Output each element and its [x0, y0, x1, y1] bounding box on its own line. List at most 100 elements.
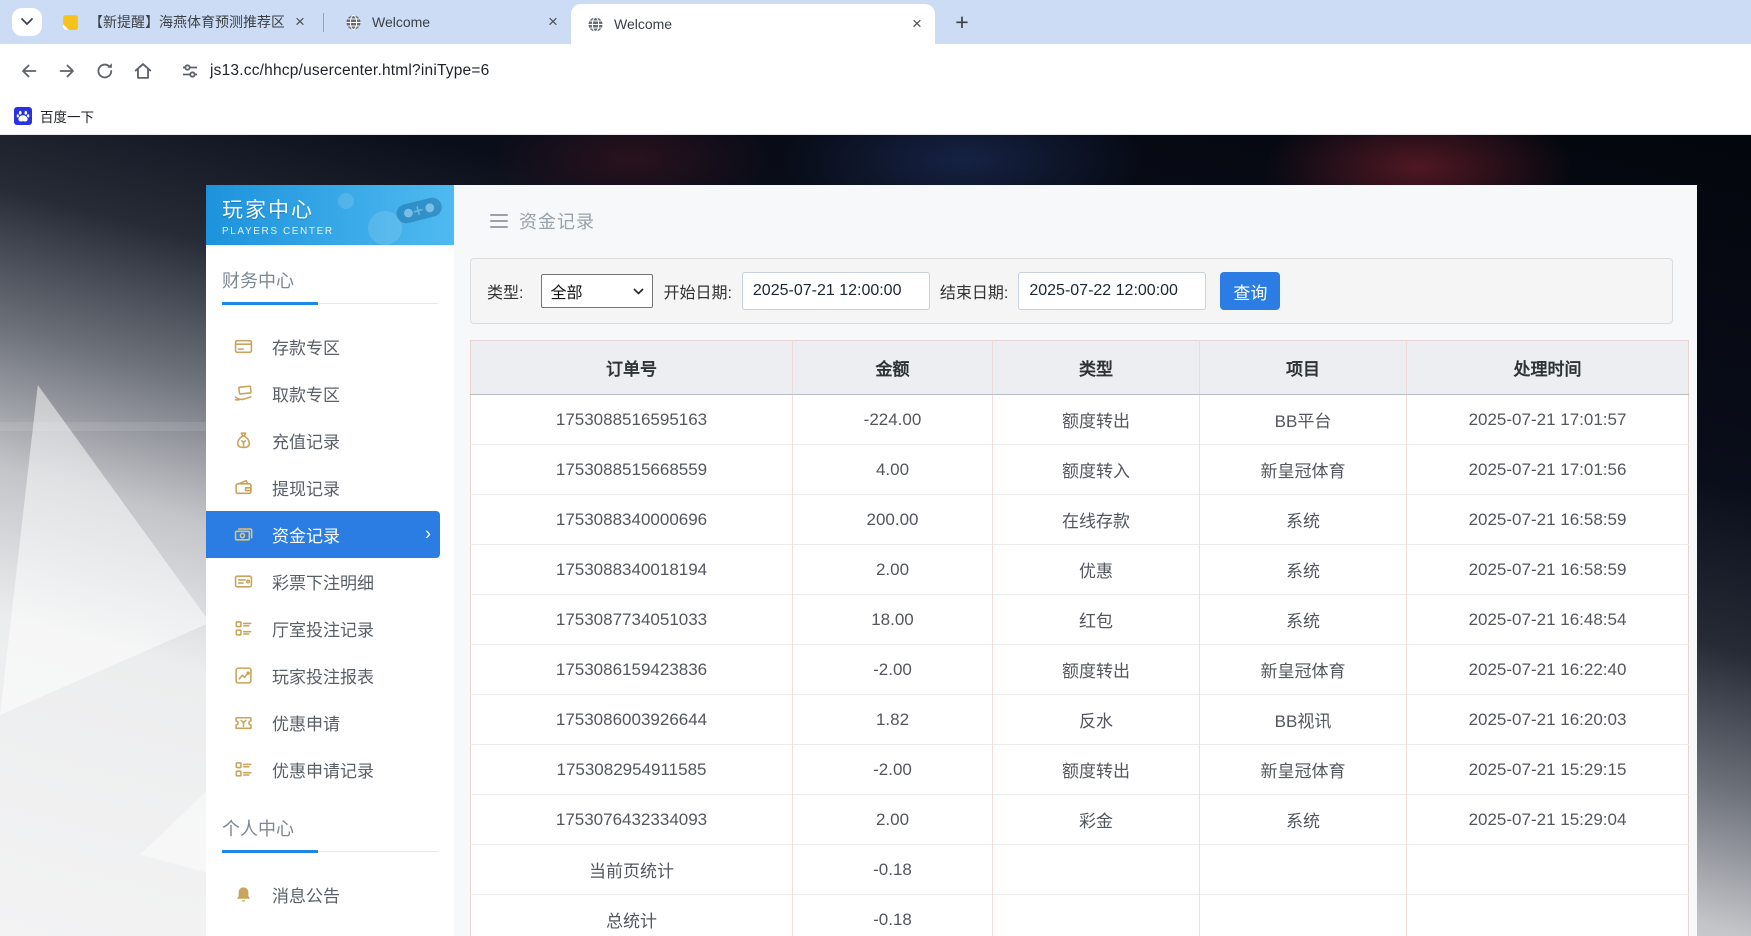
- table-cell: 1753076432334093: [471, 795, 793, 845]
- start-date-input[interactable]: [742, 272, 930, 310]
- table-cell: [1407, 845, 1689, 895]
- table-cell: 系统: [1200, 545, 1407, 595]
- url-text[interactable]: js13.cc/hhcp/usercenter.html?iniType=6: [210, 62, 489, 80]
- search-button[interactable]: 查询: [1220, 272, 1280, 310]
- new-tab-button[interactable]: +: [948, 8, 976, 36]
- sidebar-item-label: 玩家投注报表: [272, 663, 374, 688]
- table-cell: 当前页统计: [471, 845, 793, 895]
- type-select[interactable]: 全部: [541, 274, 653, 308]
- table-cell: BB视讯: [1200, 695, 1407, 745]
- table-cell: -2.00: [793, 745, 993, 795]
- sidebar-item[interactable]: 消息公告: [206, 871, 454, 918]
- select-chevron-icon: [633, 288, 644, 295]
- sidebar-item[interactable]: 充值记录: [206, 417, 454, 464]
- sidebar-sections: 财务中心存款专区取款专区充值记录提现记录资金记录›彩票下注明细厅室投注记录玩家投…: [206, 267, 454, 918]
- baidu-paw-icon: [14, 107, 32, 125]
- table-cell: 2025-07-21 15:29:04: [1407, 795, 1689, 845]
- tab-title: Welcome: [614, 16, 901, 32]
- table-cell: [993, 845, 1200, 895]
- bookmark-label: 百度一下: [40, 106, 94, 126]
- chevron-down-icon: [20, 17, 34, 27]
- tab-title: Welcome: [372, 14, 537, 30]
- sidebar-item[interactable]: 优惠申请: [206, 699, 454, 746]
- sidebar-item[interactable]: 资金记录 ›: [206, 511, 440, 558]
- table-cell: 2025-07-21 17:01:56: [1407, 445, 1689, 495]
- table-cell: 红包: [993, 595, 1200, 645]
- sidebar-item[interactable]: 彩票下注明细: [206, 558, 454, 605]
- sidebar-item[interactable]: 取款专区: [206, 370, 454, 417]
- sidebar-item-label: 存款专区: [272, 334, 340, 359]
- tab-close-button[interactable]: ×: [907, 14, 927, 34]
- table-cell: 200.00: [793, 495, 993, 545]
- section-underline: [222, 302, 438, 305]
- home-button[interactable]: [124, 52, 162, 90]
- deposit-card-icon: [233, 337, 253, 357]
- table-header-row: 订单号金额类型项目处理时间: [471, 341, 1689, 395]
- tab[interactable]: 【新提醒】海燕体育预测推荐区×: [46, 0, 318, 44]
- chevron-right-icon: ›: [425, 523, 431, 544]
- table-cell: -2.00: [793, 645, 993, 695]
- sidebar-item[interactable]: 优惠申请记录: [206, 746, 454, 793]
- tab-close-button[interactable]: ×: [290, 12, 310, 32]
- table-cell: 额度转入: [993, 445, 1200, 495]
- ticket-list-icon: [233, 572, 253, 592]
- main-panel: 资金记录 类型: 全部 开始日期: 结束日期: 查询 订单号金额类型项目处理时间: [454, 185, 1697, 936]
- table-cell: 彩金: [993, 795, 1200, 845]
- table-cell: [1200, 895, 1407, 936]
- menu-toggle-icon[interactable]: [490, 214, 508, 229]
- table-cell: -224.00: [793, 395, 993, 445]
- table-cell: 系统: [1200, 795, 1407, 845]
- start-date-label: 开始日期:: [663, 279, 731, 303]
- globe-icon: [587, 16, 604, 33]
- tab-search-button[interactable]: [12, 8, 42, 36]
- sidebar-item-label: 消息公告: [272, 882, 340, 907]
- table-cell: 系统: [1200, 595, 1407, 645]
- site-info-icon[interactable]: [180, 61, 200, 81]
- table-cell: 额度转出: [993, 645, 1200, 695]
- table-row: 1753088516595163-224.00额度转出BB平台2025-07-2…: [471, 395, 1689, 445]
- table-cell: 系统: [1200, 495, 1407, 545]
- sidebar-item[interactable]: 存款专区: [206, 323, 454, 370]
- sidebar-item[interactable]: 提现记录: [206, 464, 454, 511]
- sidebar-menu: 消息公告: [206, 871, 454, 918]
- tab[interactable]: Welcome ×: [329, 0, 571, 44]
- back-button[interactable]: [10, 52, 48, 90]
- table-cell: 2025-07-21 17:01:57: [1407, 395, 1689, 445]
- table-cell: 1753086159423836: [471, 645, 793, 695]
- table-cell: BB平台: [1200, 395, 1407, 445]
- list-icon: [233, 619, 253, 639]
- tab-close-button[interactable]: ×: [543, 12, 563, 32]
- back-arrow-icon: [18, 60, 40, 82]
- reload-button[interactable]: [86, 52, 124, 90]
- tab-divider: [323, 13, 324, 32]
- table-cell: 2025-07-21 16:58:59: [1407, 545, 1689, 595]
- withdraw-hand-icon: [233, 384, 253, 404]
- table-cell: 总统计: [471, 895, 793, 936]
- forward-button[interactable]: [48, 52, 86, 90]
- sidebar-header: 玩家中心 PLAYERS CENTER: [206, 185, 454, 245]
- table-cell: 2.00: [793, 795, 993, 845]
- sidebar-item-label: 优惠申请记录: [272, 757, 374, 782]
- sidebar-item-label: 取款专区: [272, 381, 340, 406]
- table-cell: 2.00: [793, 545, 993, 595]
- sidebar-item-label: 资金记录: [272, 522, 340, 547]
- tab-active[interactable]: Welcome ×: [571, 4, 935, 44]
- column-header: 金额: [793, 341, 993, 395]
- sidebar-item-label: 提现记录: [272, 475, 340, 500]
- reload-icon: [94, 60, 116, 82]
- sidebar-item[interactable]: 玩家投注报表: [206, 652, 454, 699]
- background-triangle: [0, 385, 210, 715]
- panel-header: 资金记录: [454, 185, 1697, 257]
- table-cell: 1.82: [793, 695, 993, 745]
- sidebar-section-label: 个人中心: [222, 815, 438, 841]
- sidebar-item[interactable]: 厅室投注记录: [206, 605, 454, 652]
- bell-icon: [233, 885, 253, 905]
- end-date-input[interactable]: [1018, 272, 1206, 310]
- sidebar-item-label: 优惠申请: [272, 710, 340, 735]
- bookmark-baidu[interactable]: 百度一下: [14, 106, 94, 126]
- table-cell: 额度转出: [993, 745, 1200, 795]
- tab-list: 【新提醒】海燕体育预测推荐区× Welcome × Welcome ×: [46, 0, 935, 44]
- table-row: 17530860039266441.82反水BB视讯2025-07-21 16:…: [471, 695, 1689, 745]
- page-title: 资金记录: [519, 208, 595, 234]
- yellow-doc-icon: [62, 14, 79, 31]
